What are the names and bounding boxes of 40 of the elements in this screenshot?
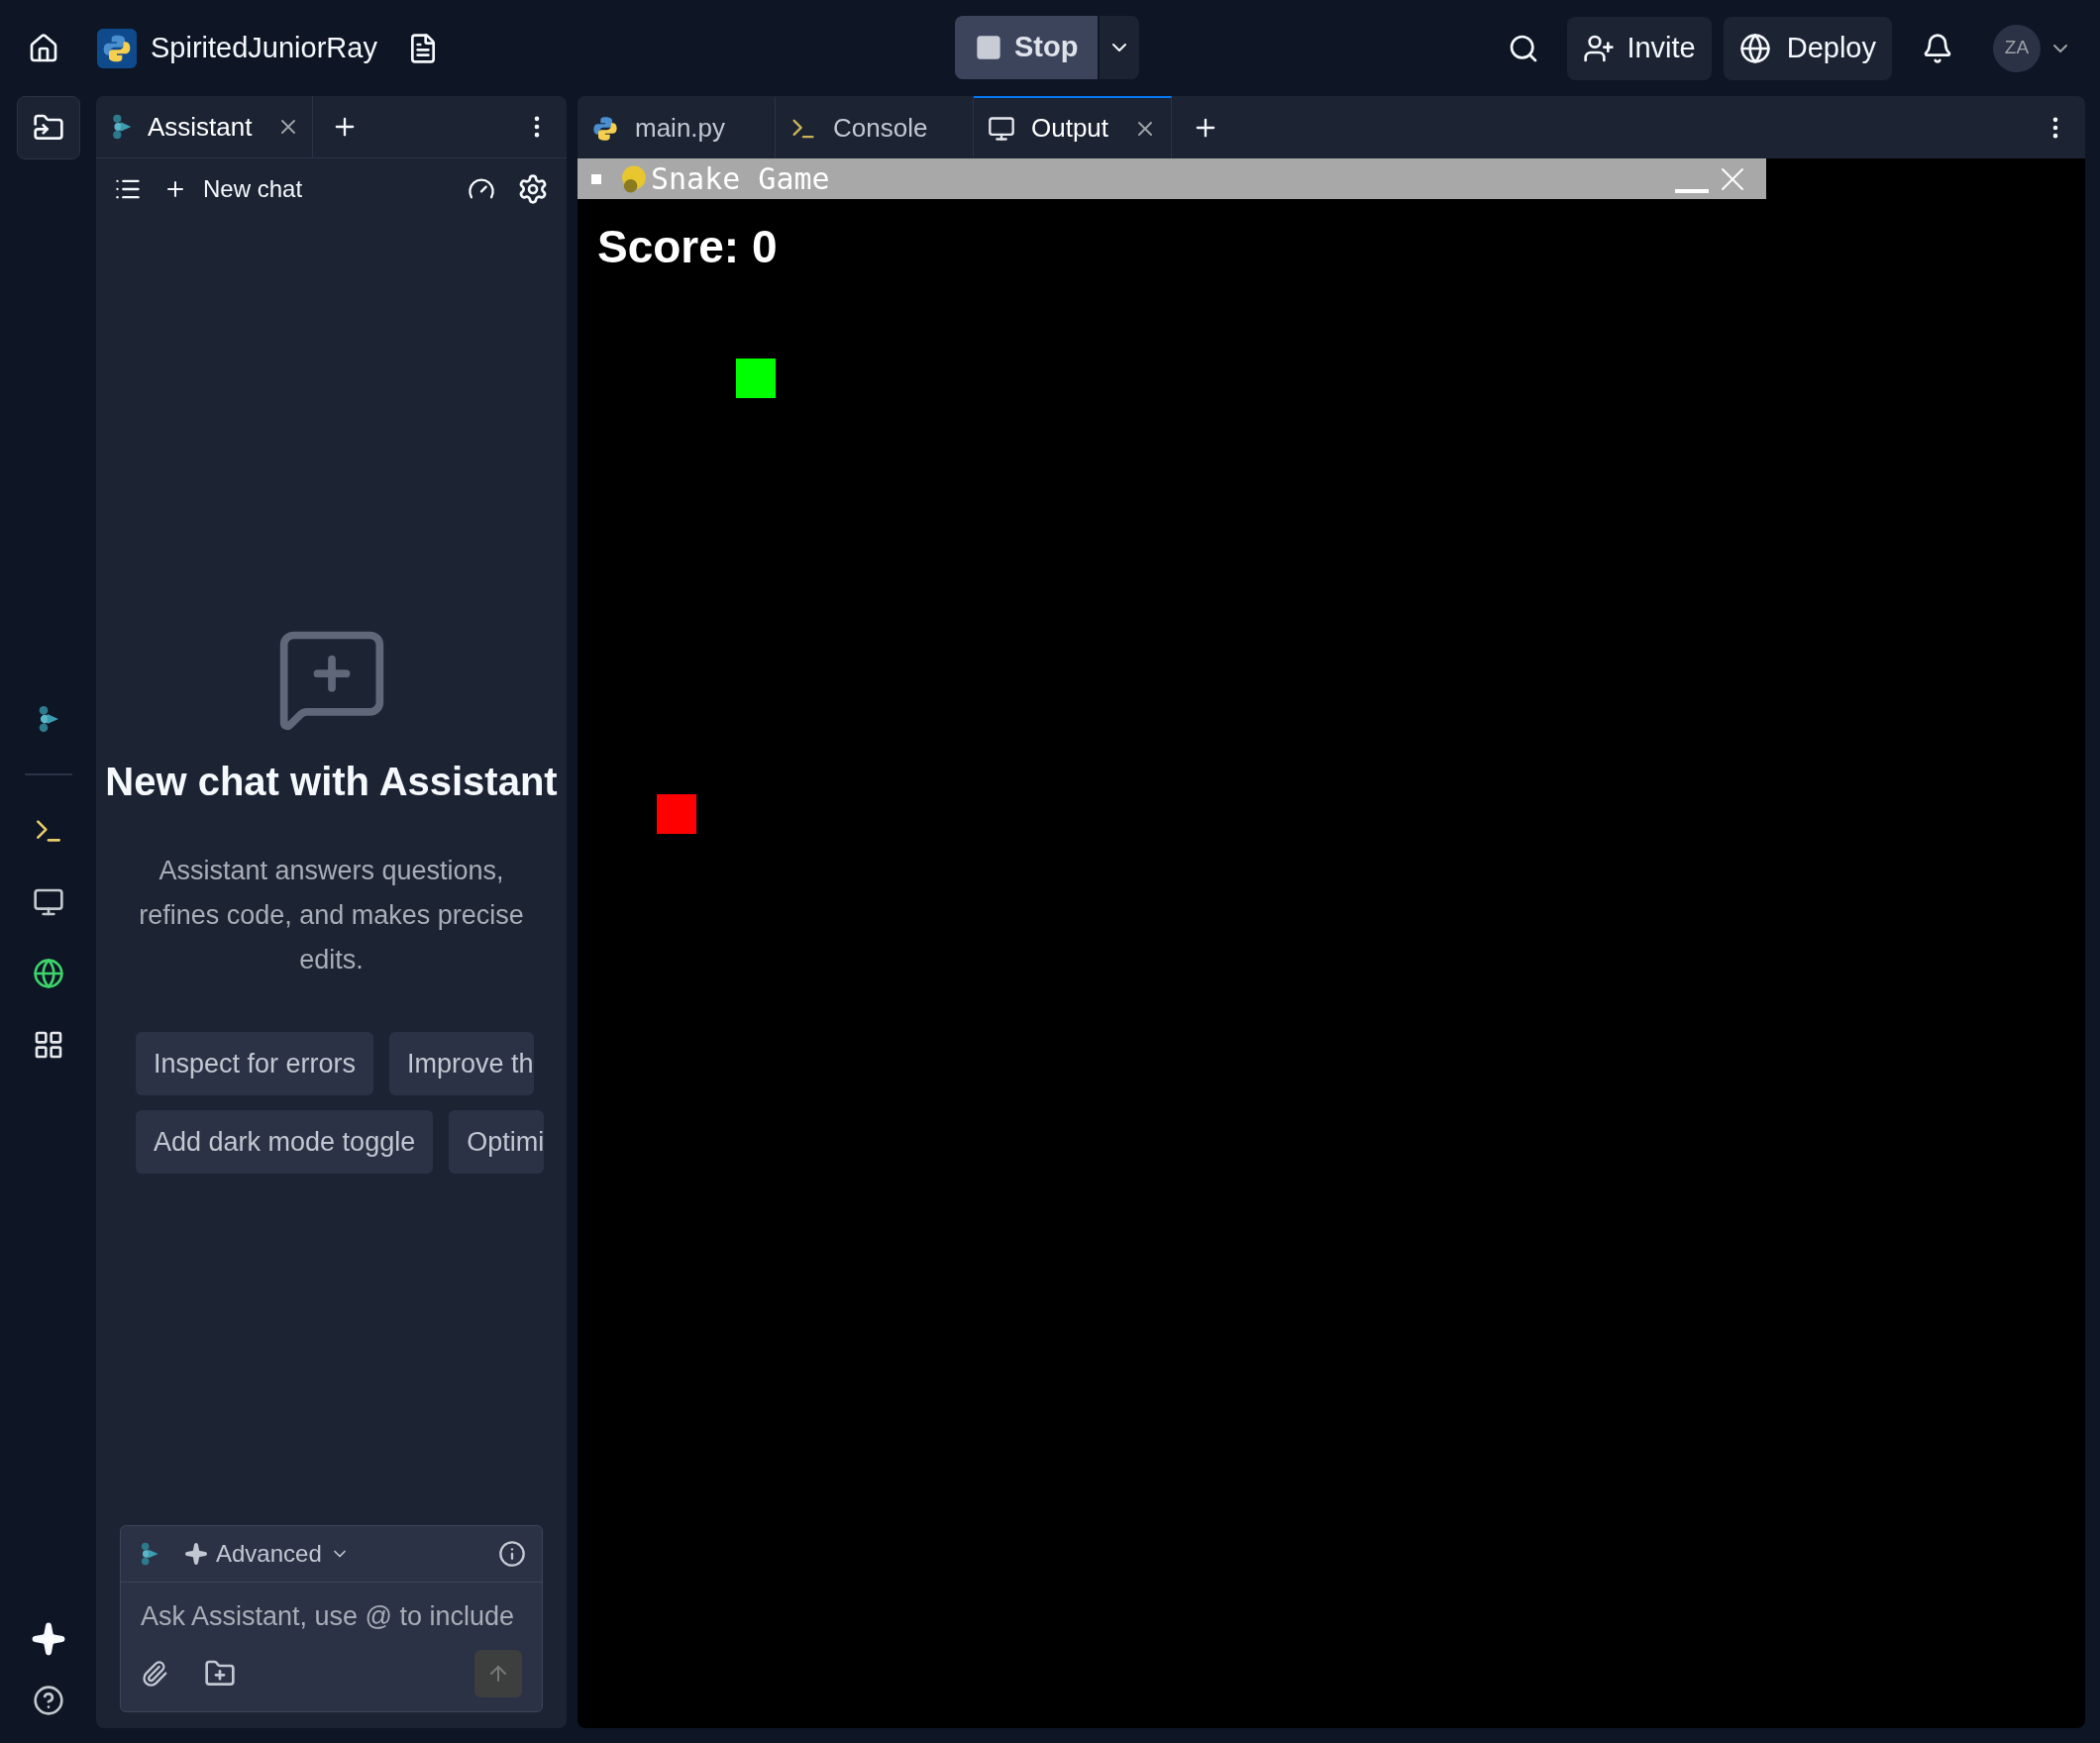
user-avatar[interactable]: ZA bbox=[1993, 24, 2041, 72]
message-input[interactable]: Ask Assistant, use @ to include bbox=[141, 1596, 522, 1636]
invite-button[interactable]: Invite bbox=[1567, 16, 1712, 80]
stop-icon bbox=[975, 34, 1002, 61]
globe-icon bbox=[1738, 32, 1771, 64]
home-icon[interactable] bbox=[28, 32, 59, 64]
tab-label: Assistant bbox=[148, 110, 253, 144]
python-icon bbox=[591, 114, 619, 143]
suggestion-chip[interactable]: Inspect for errors bbox=[136, 1032, 374, 1095]
tab-label: main.py bbox=[635, 112, 726, 145]
game-window-title: Snake Game bbox=[651, 160, 830, 198]
monitor-icon bbox=[988, 114, 1015, 143]
monitor-icon[interactable] bbox=[32, 886, 64, 918]
file-tree-toggle[interactable] bbox=[16, 96, 80, 159]
mode-selector[interactable]: Advanced bbox=[184, 1536, 350, 1572]
sparkle-icon bbox=[184, 1542, 208, 1566]
game-score: Score: 0 bbox=[597, 220, 779, 274]
window-menu-icon bbox=[591, 173, 601, 184]
deploy-button[interactable]: Deploy bbox=[1723, 16, 1892, 80]
help-icon[interactable] bbox=[32, 1685, 64, 1716]
sparkle-icon[interactable] bbox=[30, 1621, 66, 1657]
suggestion-chip[interactable]: Add dark mode toggle bbox=[136, 1110, 434, 1174]
settings-icon[interactable] bbox=[517, 173, 549, 205]
empty-state-description: Assistant answers questions, refines code, and makes precise edits. bbox=[138, 855, 525, 976]
project-python-icon bbox=[97, 28, 137, 68]
stop-button[interactable]: Stop bbox=[955, 16, 1099, 79]
empty-state-heading: New chat with Assistant bbox=[105, 759, 558, 805]
suggestion-chip[interactable]: Optimi bbox=[449, 1110, 545, 1174]
tab-label: Output bbox=[1031, 112, 1109, 145]
info-icon[interactable] bbox=[498, 1540, 526, 1568]
snake-head bbox=[736, 359, 776, 398]
globe-icon[interactable] bbox=[32, 958, 64, 989]
editor-tab[interactable]: Output bbox=[974, 96, 1172, 158]
tab-label: Console bbox=[833, 112, 928, 145]
bell-icon[interactable] bbox=[1922, 32, 1953, 64]
food-square bbox=[657, 794, 696, 834]
new-chat-button[interactable]: New chat bbox=[163, 171, 303, 207]
project-name[interactable]: SpiritedJuniorRay bbox=[151, 26, 377, 70]
paperclip-icon[interactable] bbox=[141, 1660, 168, 1688]
suggestion-chip[interactable]: Improve th bbox=[389, 1032, 534, 1095]
